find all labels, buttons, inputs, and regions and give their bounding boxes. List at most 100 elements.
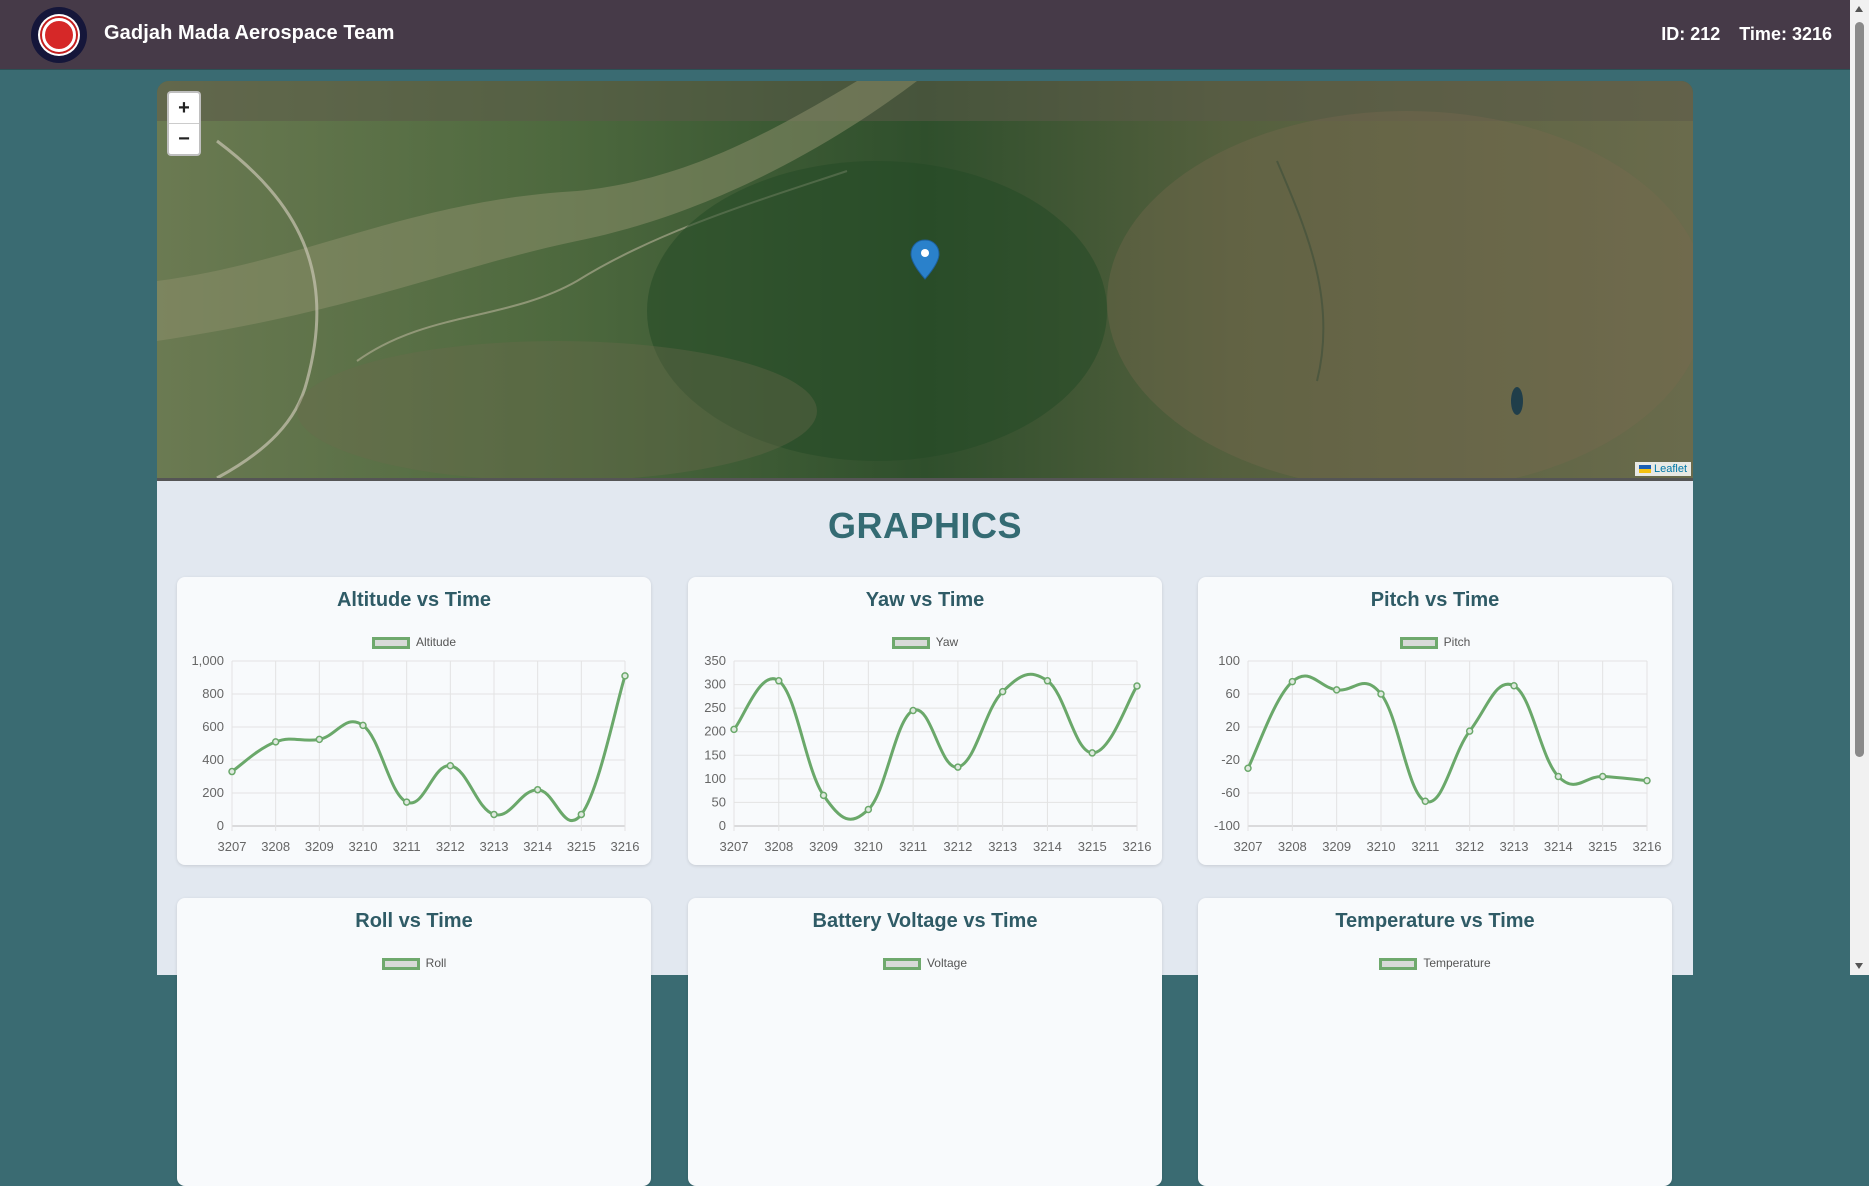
chart-card-roll: Roll vs Time Roll	[177, 898, 651, 1186]
chart-card-voltage: Battery Voltage vs Time Voltage	[688, 898, 1162, 1186]
chart-title: Temperature vs Time	[1335, 910, 1535, 932]
data-point	[954, 763, 962, 771]
data-point	[1510, 682, 1518, 690]
data-point	[621, 672, 629, 680]
x-tick-label: 3212	[436, 839, 465, 854]
attribution-link[interactable]: Leaflet	[1654, 463, 1687, 475]
satellite-map[interactable]: + − Leaflet	[157, 81, 1693, 478]
x-tick-label: 3207	[218, 839, 247, 854]
data-point	[1332, 686, 1341, 694]
data-point	[228, 767, 236, 776]
x-tick-label: 3214	[1544, 839, 1573, 854]
series-line	[1246, 674, 1648, 804]
y-tick-label: -100	[1214, 818, 1240, 833]
series-line	[231, 675, 627, 823]
x-tick-label: 3211	[1411, 839, 1439, 854]
x-tick-label: 3213	[1500, 839, 1529, 854]
chart-title: Battery Voltage vs Time	[812, 910, 1038, 932]
x-tick-label: 3209	[809, 839, 838, 854]
legend-swatch	[882, 957, 921, 970]
x-tick-label: 3216	[611, 839, 640, 854]
chart-card-altitude: Altitude vs Time Altitude 1,000 800 600 400…	[177, 577, 651, 865]
legend-label: Voltage	[926, 956, 968, 970]
x-tick-label: 3210	[1367, 839, 1396, 854]
y-tick-label: -60	[1221, 785, 1240, 800]
zoom-control: + −	[167, 91, 201, 156]
x-tick-label: 3215	[567, 839, 596, 854]
x-tick-label: 3212	[943, 839, 972, 854]
page-scrollbar[interactable]	[1850, 0, 1869, 975]
data-point	[864, 805, 873, 814]
x-tick-label: 3210	[349, 839, 378, 854]
y-tick-label: 150	[704, 747, 726, 762]
data-point	[819, 791, 828, 800]
data-point	[359, 721, 367, 730]
data-point	[1643, 776, 1651, 785]
map-attribution[interactable]: Leaflet	[1634, 462, 1691, 476]
data-point	[775, 677, 783, 685]
y-tick-label: 100	[704, 771, 726, 786]
y-tick-label: 0	[217, 818, 224, 833]
data-point	[577, 810, 586, 819]
x-tick-label: 3208	[764, 839, 793, 854]
x-tick-label: 3207	[1234, 839, 1263, 854]
zoom-out-button[interactable]: −	[169, 124, 199, 154]
data-point	[490, 810, 498, 819]
data-point	[1554, 772, 1563, 781]
x-tick-label: 3208	[261, 839, 290, 854]
y-tick-label: 20	[1226, 719, 1240, 734]
flag-icon	[1638, 465, 1651, 474]
scroll-down-icon[interactable]	[1855, 963, 1863, 969]
x-tick-label: 3207	[720, 839, 749, 854]
team-logo	[31, 7, 87, 63]
y-tick-label: 600	[202, 719, 224, 734]
data-point	[1598, 772, 1607, 781]
y-tick-label: 350	[704, 653, 726, 668]
scroll-up-icon[interactable]	[1855, 6, 1863, 12]
scroll-thumb[interactable]	[1855, 22, 1864, 757]
data-point	[271, 738, 280, 746]
data-point	[909, 706, 917, 715]
y-tick-label: 200	[704, 724, 726, 739]
data-point	[1088, 749, 1096, 757]
pitch-chart: 100 60 20 -20 -60 -100 3207 3208 3209 3210 3211 321…	[1214, 653, 1661, 854]
y-tick-label: -20	[1221, 752, 1240, 767]
series-line	[732, 672, 1139, 821]
top-bar: Gadjah Mada Aerospace Team ID: 212 Time:…	[0, 0, 1850, 69]
data-point	[533, 785, 542, 794]
x-tick-label: 3214	[523, 839, 552, 854]
data-point	[1133, 682, 1141, 690]
data-point	[1465, 727, 1474, 735]
data-point	[402, 798, 411, 806]
graphics-section: GRAPHICS Altitude vs Time Altitude 1,000…	[157, 481, 1693, 1186]
x-tick-label: 3211	[899, 839, 927, 854]
y-tick-label: 100	[1218, 653, 1240, 668]
y-tick-label: 400	[202, 752, 224, 767]
x-tick-label: 3216	[1123, 839, 1152, 854]
data-point	[315, 735, 324, 744]
y-tick-label: 1,000	[191, 653, 224, 668]
section-title: GRAPHICS	[827, 505, 1023, 546]
legend-swatch	[381, 957, 420, 970]
data-point	[1288, 677, 1297, 686]
y-tick-label: 250	[704, 700, 726, 715]
y-tick-label: 50	[712, 794, 726, 809]
x-tick-label: 3215	[1078, 839, 1107, 854]
chart-title: Roll vs Time	[355, 910, 473, 932]
x-tick-label: 3208	[1278, 839, 1307, 854]
data-point	[1377, 690, 1385, 698]
x-tick-label: 3209	[305, 839, 334, 854]
legend-label: Temperature	[1423, 956, 1491, 970]
x-tick-label: 3212	[1455, 839, 1484, 854]
chart-legend[interactable]: Temperature	[1198, 956, 1672, 970]
id-label: ID: 212	[1661, 24, 1721, 44]
x-tick-label: 3213	[988, 839, 1017, 854]
data-point	[1244, 764, 1252, 772]
x-tick-label: 3210	[854, 839, 883, 854]
chart-legend[interactable]: Voltage	[688, 956, 1162, 970]
chart-legend[interactable]: Roll	[177, 956, 651, 970]
chart-card-pitch: Pitch vs Time Pitch 100 60 20 -20 -60 -100 320…	[1198, 577, 1672, 865]
zoom-in-button[interactable]: +	[169, 93, 199, 124]
chart-card-temperature: Temperature vs Time Temperature	[1198, 898, 1672, 1186]
chart-card-yaw: Yaw vs Time Yaw 350 300 250 200 150 100 50 0 320…	[688, 577, 1162, 865]
